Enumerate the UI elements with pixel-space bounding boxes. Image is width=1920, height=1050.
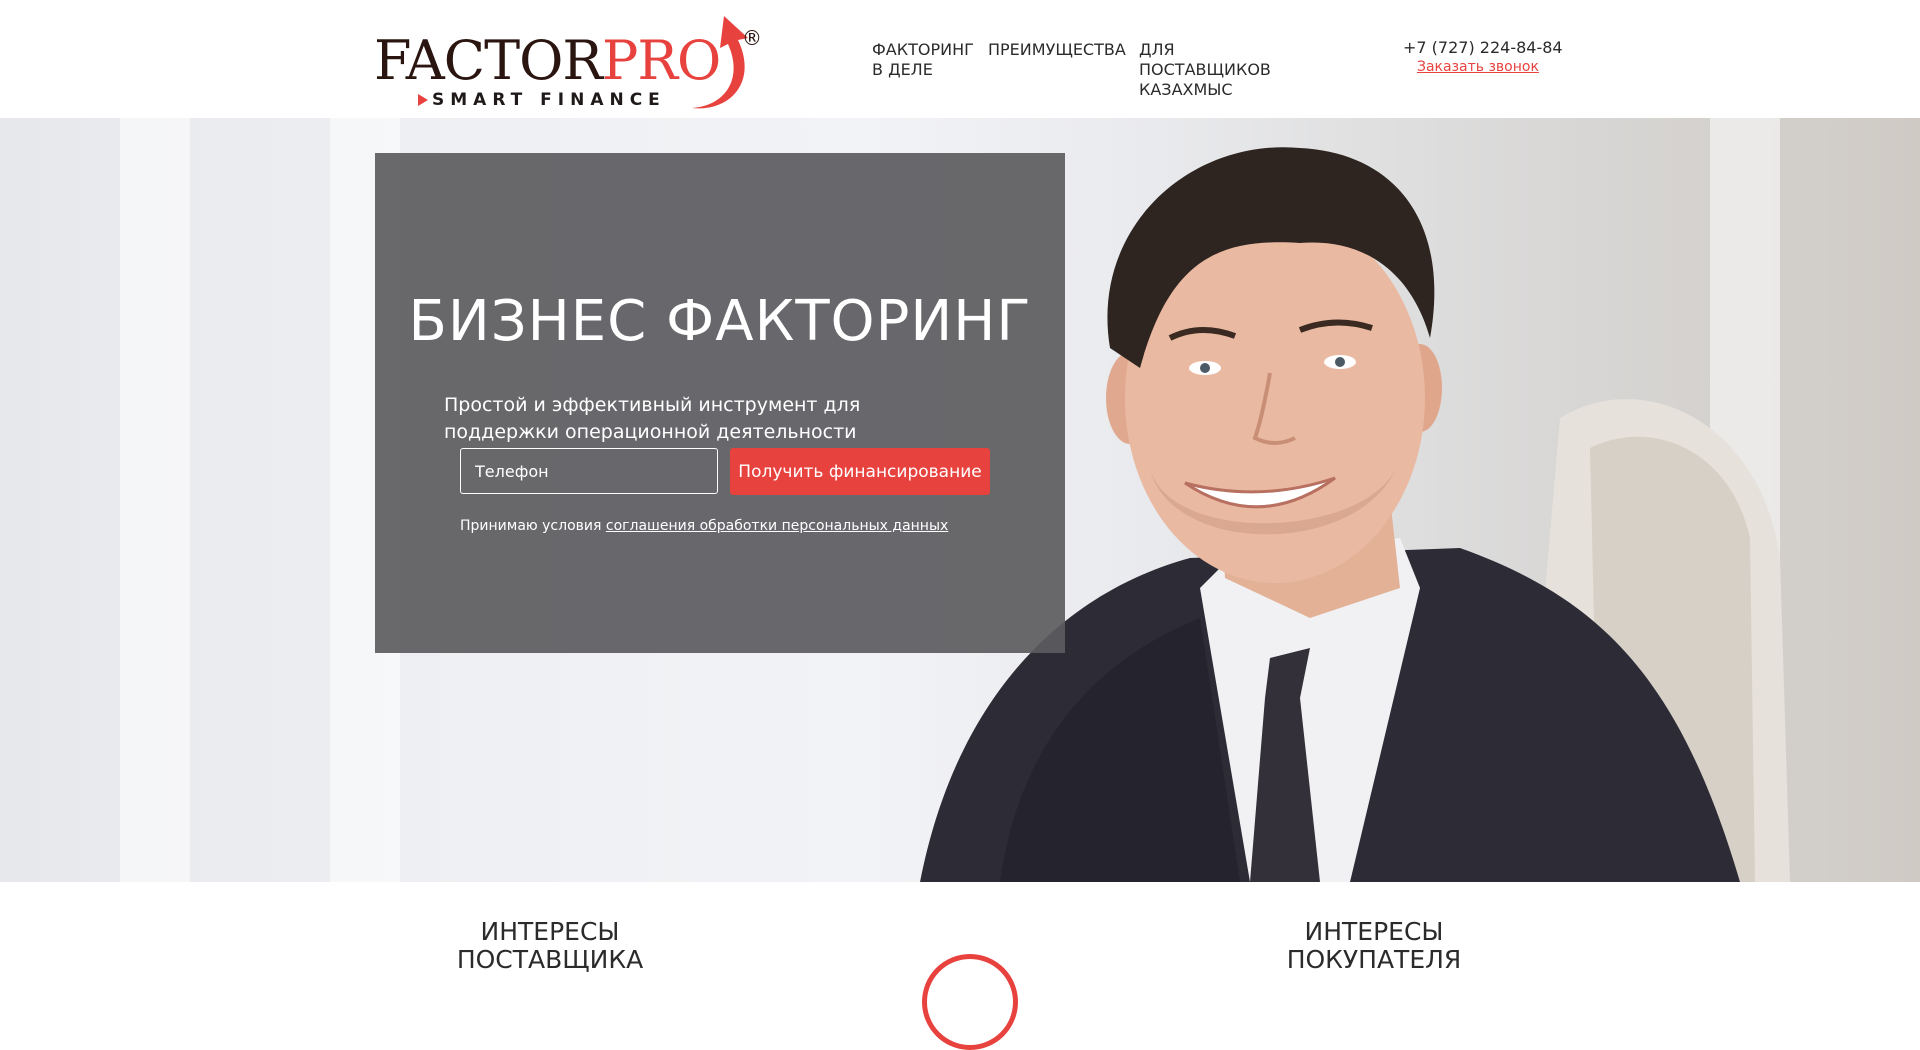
logo-registered-mark: ® [742, 26, 762, 50]
nav-for-kazakhmys-suppliers[interactable]: ДЛЯ ПОСТАВЩИКОВ КАЗАХМЫС [1139, 40, 1309, 100]
center-circle-emblem [922, 954, 1018, 1050]
hero-title: БИЗНЕС ФАКТОРИНГ [408, 288, 1032, 354]
hero-subtitle: Простой и эффективный инструмент для под… [444, 394, 861, 443]
logo-word-factor: FACTOR [374, 29, 603, 92]
site-header: FACTORPRO ® SMART FINANCE ФАКТОРИНГ В ДЕ… [0, 0, 1920, 118]
buyer-interests-heading: ИНТЕРЕСЫ ПОКУПАТЕЛЯ [1286, 917, 1462, 974]
phone-input[interactable] [460, 448, 718, 494]
supplier-interests-heading: ИНТЕРЕСЫ ПОСТАВЩИКА [456, 917, 644, 974]
callback-link[interactable]: Заказать звонок [1417, 59, 1539, 75]
consent-text: Принимаю условия [460, 518, 602, 534]
logo-arrow-icon [692, 16, 748, 109]
logo-tagline: SMART FINANCE [418, 90, 666, 110]
header-phone[interactable]: +7 (727) 224-84-84 [1403, 38, 1563, 57]
get-financing-button[interactable]: Получить финансирование [730, 448, 990, 495]
privacy-agreement-link[interactable]: соглашения обработки персональных данных [606, 518, 948, 534]
hero-lead-panel: БИЗНЕС ФАКТОРИНГ Простой и эффективный и… [375, 153, 1065, 653]
consent-note: Принимаю условия соглашения обработки пе… [460, 518, 948, 534]
nav-advantages[interactable]: ПРЕИМУЩЕСТВА [988, 40, 1126, 60]
logo-wordmark: FACTORPRO [374, 34, 721, 88]
nav-factoring-in-action[interactable]: ФАКТОРИНГ В ДЕЛЕ [872, 40, 974, 80]
factorpro-logo[interactable]: FACTORPRO ® SMART FINANCE [374, 10, 764, 114]
hero-section: БИЗНЕС ФАКТОРИНГ Простой и эффективный и… [0, 118, 1920, 882]
logo-tagline-text: SMART FINANCE [432, 90, 666, 110]
